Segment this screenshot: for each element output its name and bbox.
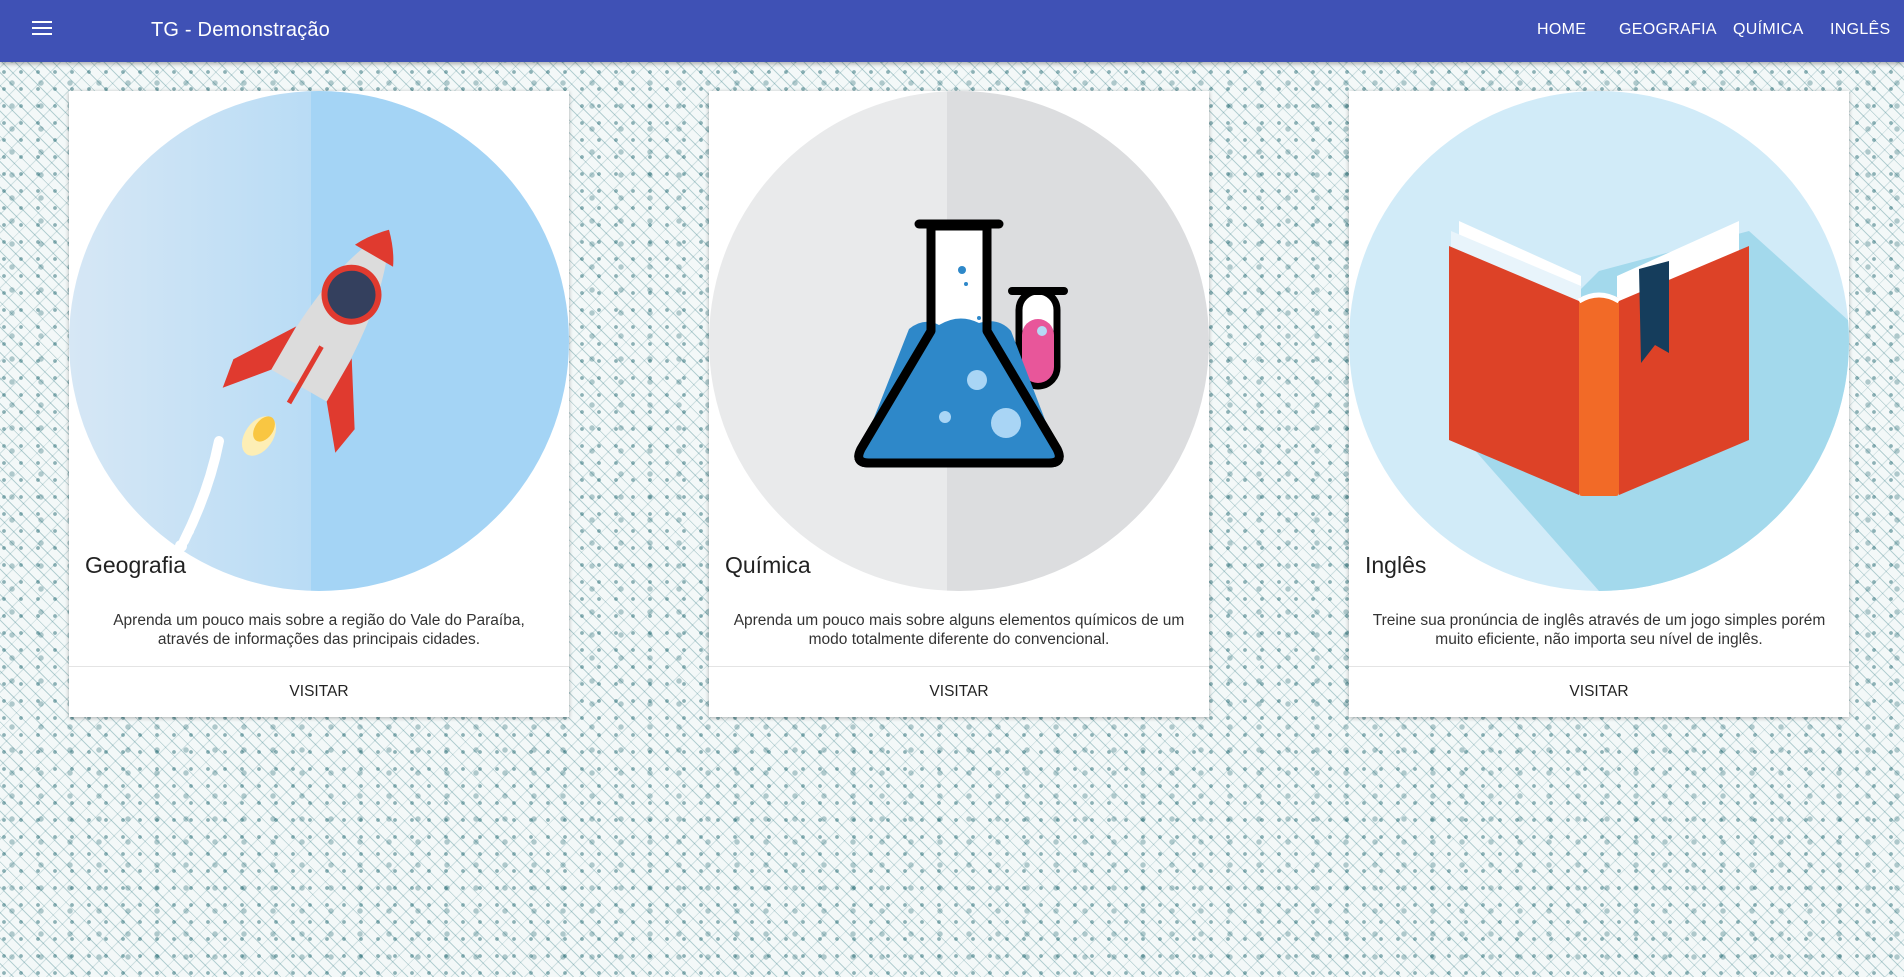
app-title: TG - Demonstração [151, 19, 331, 41]
visitar-button[interactable]: VISITAR [709, 666, 1209, 717]
nav-ingles[interactable]: INGLÊS [1830, 21, 1891, 39]
card-description: Aprenda um pouco mais sobre alguns eleme… [733, 612, 1185, 648]
nav-quimica[interactable]: QUÍMICA [1733, 21, 1804, 39]
card-geografia: Geografia Aprenda um pouco mais sobre a … [69, 91, 569, 717]
app-bar: TG - Demonstração HOME GEOGRAFIA QUÍMICA… [0, 0, 1904, 62]
menu-icon[interactable] [32, 21, 52, 37]
card-title: Química [725, 552, 811, 578]
card-media [1349, 91, 1849, 591]
card-title: Geografia [85, 552, 187, 578]
card-media [709, 91, 1209, 591]
card-quimica: Química Aprenda um pouco mais sobre algu… [709, 91, 1209, 717]
nav-home[interactable]: HOME [1537, 21, 1586, 39]
card-title: Inglês [1365, 552, 1427, 578]
card-ingles: Inglês Treine sua pronúncia de inglês at… [1349, 91, 1849, 717]
rocket-icon [69, 91, 569, 591]
card-media [69, 91, 569, 591]
visitar-button[interactable]: VISITAR [1349, 666, 1849, 717]
card-description: Treine sua pronúncia de inglês através d… [1372, 612, 1826, 648]
card-description: Aprenda um pouco mais sobre a região do … [113, 612, 525, 648]
book-icon [1349, 91, 1849, 591]
visitar-button[interactable]: VISITAR [69, 666, 569, 717]
flask-icon [709, 91, 1209, 591]
nav-geografia[interactable]: GEOGRAFIA [1619, 21, 1717, 39]
